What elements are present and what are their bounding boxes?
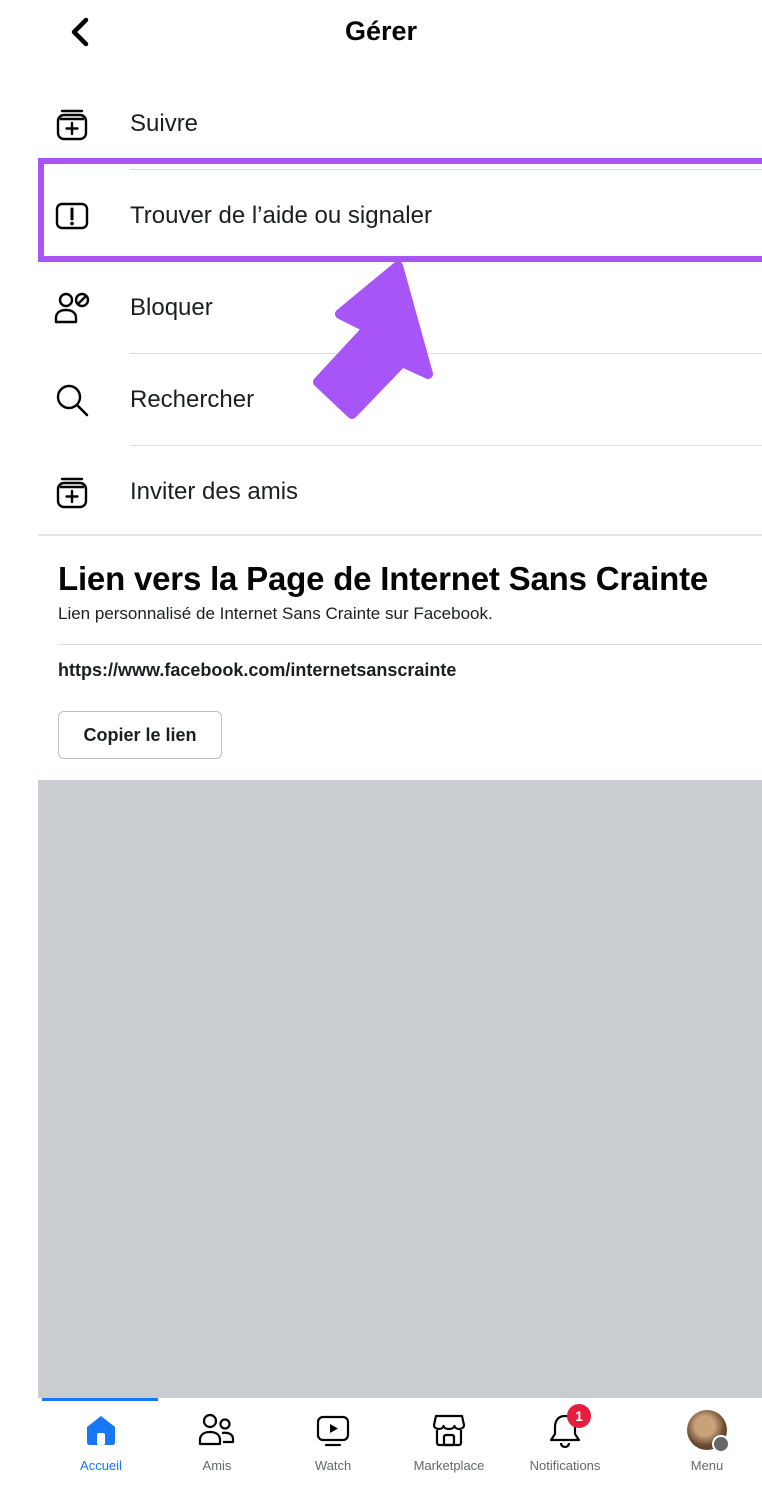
bell-icon: 1 xyxy=(545,1404,591,1452)
tab-notifications[interactable]: 1 Notifications xyxy=(510,1404,620,1484)
tab-label: Marketplace xyxy=(413,1458,485,1473)
avatar xyxy=(687,1408,730,1453)
tab-label: Notifications xyxy=(529,1458,601,1473)
tab-menu[interactable]: Menu xyxy=(652,1408,762,1484)
menu-item-label: Rechercher xyxy=(130,386,255,413)
highlight-frame xyxy=(38,158,762,262)
page-title: Gérer xyxy=(344,16,418,46)
tab-label: Accueil xyxy=(80,1458,122,1473)
tab-label: Amis xyxy=(202,1458,232,1473)
page-url: https://www.facebook.com/internetsanscra… xyxy=(58,660,457,680)
block-user-icon xyxy=(52,288,92,328)
marketplace-icon xyxy=(429,1408,469,1452)
link-section-title: Lien vers la Page de Internet Sans Crain… xyxy=(58,560,709,597)
menu-dot-icon xyxy=(712,1435,730,1453)
friends-icon xyxy=(197,1408,237,1452)
menu-item-suivre[interactable]: Suivre xyxy=(38,78,762,170)
invite-icon xyxy=(52,472,92,512)
pointer-arrow-icon xyxy=(313,262,433,419)
bottom-tab-bar: Accueil Amis Watch Marketplace 1 Notific… xyxy=(38,1398,762,1487)
section-separator xyxy=(38,534,762,536)
page-link-section: Lien vers la Page de Internet Sans Crain… xyxy=(58,560,762,759)
menu-item-label: Bloquer xyxy=(130,294,213,321)
menu-item-label: Suivre xyxy=(130,110,199,137)
divider xyxy=(58,644,762,645)
add-square-icon xyxy=(52,104,92,144)
menu-item-inviter-amis[interactable]: Inviter des amis xyxy=(38,446,762,538)
tab-label: Watch xyxy=(314,1458,352,1473)
tab-watch[interactable]: Watch xyxy=(278,1408,388,1484)
menu-item-label: Inviter des amis xyxy=(130,478,299,505)
copy-link-button[interactable]: Copier le lien xyxy=(58,711,222,759)
search-icon xyxy=(52,380,92,420)
profile-avatar xyxy=(687,1410,730,1453)
tab-accueil[interactable]: Accueil xyxy=(46,1408,156,1484)
watch-icon xyxy=(313,1408,353,1452)
notification-badge: 1 xyxy=(567,1404,591,1428)
tab-amis[interactable]: Amis xyxy=(162,1408,272,1484)
link-section-subtitle: Lien personnalisé de Internet Sans Crain… xyxy=(58,604,493,623)
tab-label: Menu xyxy=(690,1458,724,1473)
header: Gérer xyxy=(0,0,762,64)
content-placeholder xyxy=(38,780,762,1398)
home-icon xyxy=(81,1408,121,1452)
tab-marketplace[interactable]: Marketplace xyxy=(394,1408,504,1484)
active-tab-indicator xyxy=(42,1398,158,1401)
